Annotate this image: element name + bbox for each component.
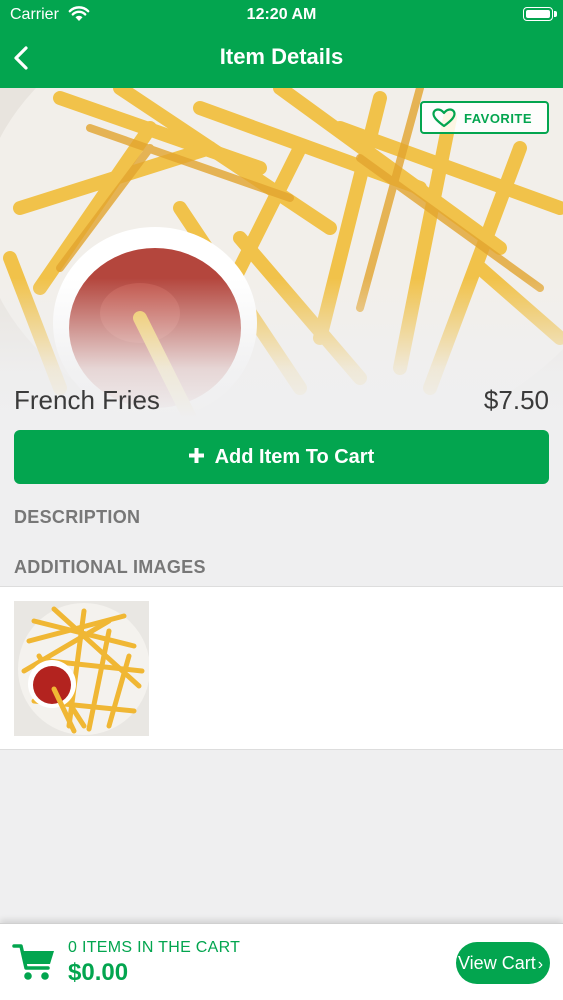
item-hero-image [0,88,563,418]
view-cart-button[interactable]: View Cart › [456,942,550,984]
cart-bar: 0 ITEMS IN THE CART $0.00 View Cart › [0,923,563,1000]
additional-images-row [0,586,563,750]
view-cart-label: View Cart [458,953,536,973]
cart-item-count: 0 ITEMS IN THE CART [68,939,241,956]
clock: 12:20 AM [246,6,317,23]
item-price: $7.50 [483,385,549,415]
item-name: French Fries [14,385,160,415]
status-bar: Carrier 12:20 AM [0,0,563,30]
add-to-cart-label: Add Item To Cart [214,446,375,468]
additional-image-thumbnail[interactable] [14,601,149,736]
page-title: Item Details [219,44,344,69]
heart-icon [432,108,456,128]
cart-total: $0.00 [68,959,129,986]
description-heading: DESCRIPTION [14,507,141,527]
top-bar: Carrier 12:20 AM Item Details [0,0,563,88]
cart-icon [12,944,54,980]
favorite-label: FAVORITE [464,111,533,126]
plus-icon [188,448,204,463]
additional-images-heading: ADDITIONAL IMAGES [14,557,206,577]
add-to-cart-button[interactable]: Add Item To Cart [14,430,549,484]
battery-icon [523,7,557,21]
favorite-button[interactable]: FAVORITE [420,101,549,134]
chevron-right-icon: › [537,956,544,973]
